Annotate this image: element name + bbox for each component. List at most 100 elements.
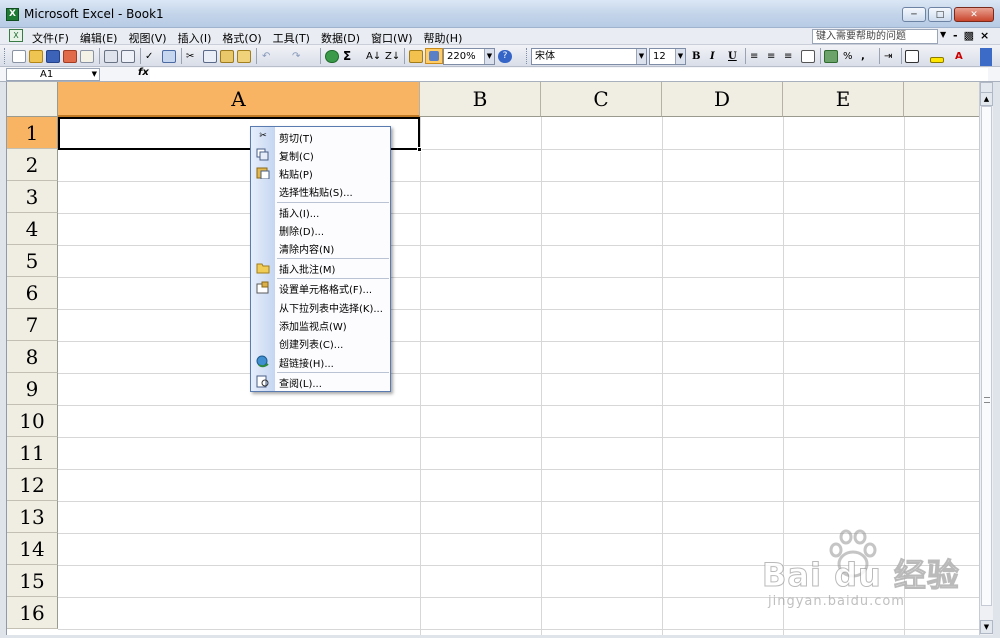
scroll-up-icon[interactable]: ▲ <box>980 92 993 106</box>
underline-button[interactable]: U <box>728 48 737 64</box>
menu-item-cut[interactable]: ✂ 剪切(T) <box>251 128 390 146</box>
maximize-button[interactable]: □ <box>928 7 952 22</box>
menu-item-add-watch[interactable]: 添加监视点(W) <box>251 316 390 334</box>
spelling-icon[interactable]: ✓ <box>145 48 153 64</box>
row-header-13[interactable]: 13 <box>7 501 58 533</box>
name-box[interactable]: A1 ▼ <box>6 68 100 81</box>
help-search-input[interactable]: 键入需要帮助的问题 <box>812 29 938 44</box>
chart-wizard-icon[interactable] <box>409 48 423 64</box>
menu-item-research[interactable]: 查阅(L)... <box>251 373 390 391</box>
align-left-icon[interactable]: ≡ <box>750 48 758 64</box>
watermark-url: jingyan.baidu.com <box>768 594 905 609</box>
workbook-icon[interactable]: X <box>9 29 23 42</box>
column-header-c[interactable]: C <box>541 82 662 117</box>
bold-button[interactable]: B <box>692 48 700 64</box>
fill-color-icon[interactable] <box>930 48 944 64</box>
align-right-icon[interactable]: ≡ <box>784 48 792 64</box>
research-icon[interactable] <box>162 48 176 64</box>
cut-icon[interactable]: ✂ <box>186 48 194 64</box>
menu-item-format-cells[interactable]: 设置单元格格式(F)... <box>251 279 390 297</box>
toolbar-grip[interactable] <box>4 48 7 64</box>
row-header-3[interactable]: 3 <box>7 181 58 213</box>
menu-item-paste-special[interactable]: 选择性粘贴(S)... <box>251 182 390 200</box>
formula-input[interactable] <box>150 68 988 81</box>
row-header-1[interactable]: 1 <box>7 117 58 149</box>
chevron-down-icon[interactable]: ▼ <box>636 49 646 64</box>
zoom-select[interactable]: 220% ▼ <box>443 48 495 65</box>
comma-button[interactable]: , <box>861 48 865 64</box>
menu-item-pick-from-list[interactable]: 从下拉列表中选择(K)... <box>251 298 390 316</box>
font-select[interactable]: 宋体 ▼ <box>531 48 647 65</box>
borders-icon[interactable] <box>905 48 919 64</box>
chevron-down-icon[interactable]: ▼ <box>92 69 97 80</box>
italic-button[interactable]: I <box>710 48 715 64</box>
currency-icon[interactable] <box>824 48 838 64</box>
help-icon[interactable]: ? <box>498 48 512 64</box>
select-all-corner[interactable] <box>7 82 58 117</box>
merge-center-icon[interactable] <box>801 48 815 64</box>
sort-descending-icon[interactable]: Z↓ <box>385 48 400 64</box>
format-painter-icon[interactable] <box>237 48 251 64</box>
doc-restore-button[interactable]: ▩ <box>964 29 974 42</box>
column-header-a[interactable]: A <box>58 82 420 117</box>
permission-icon[interactable] <box>63 48 77 64</box>
fill-handle[interactable] <box>417 147 422 152</box>
row-header-15[interactable]: 15 <box>7 565 58 597</box>
row-header-12[interactable]: 12 <box>7 469 58 501</box>
print-icon[interactable] <box>104 48 118 64</box>
open-icon[interactable] <box>29 48 43 64</box>
menu-item-copy[interactable]: 复制(C) <box>251 146 390 164</box>
indent-icon[interactable]: ⇥ <box>884 48 892 64</box>
toolbar-grip[interactable] <box>526 48 529 64</box>
copy-icon[interactable] <box>203 48 217 64</box>
row-header-7[interactable]: 7 <box>7 309 58 341</box>
row-header-11[interactable]: 11 <box>7 437 58 469</box>
menu-item-insert-comment[interactable]: 插入批注(M) <box>251 259 390 277</box>
percent-button[interactable]: % <box>843 48 853 64</box>
minimize-button[interactable]: ─ <box>902 7 926 22</box>
align-center-icon[interactable]: ≡ <box>767 48 775 64</box>
menu-item-delete[interactable]: 删除(D)... <box>251 221 390 239</box>
column-header-d[interactable]: D <box>662 82 783 117</box>
doc-close-button[interactable]: × <box>980 29 989 42</box>
row-header-2[interactable]: 2 <box>7 149 58 181</box>
row-header-14[interactable]: 14 <box>7 533 58 565</box>
new-icon[interactable] <box>12 48 26 64</box>
hyperlink-icon[interactable] <box>325 48 339 64</box>
row-header-5[interactable]: 5 <box>7 245 58 277</box>
menu-item-hyperlink[interactable]: 超链接(H)... <box>251 353 390 371</box>
row-header-10[interactable]: 10 <box>7 405 58 437</box>
drawing-icon[interactable] <box>425 48 443 64</box>
row-header-8[interactable]: 8 <box>7 341 58 373</box>
close-button[interactable]: ✕ <box>954 7 994 22</box>
menu-item-clear-contents[interactable]: 清除内容(N) <box>251 239 390 257</box>
menu-item-insert[interactable]: 插入(I)... <box>251 203 390 221</box>
chevron-down-icon[interactable]: ▼ <box>484 49 494 64</box>
row-header-16[interactable]: 16 <box>7 597 58 629</box>
insert-function-icon[interactable]: fx <box>138 67 149 78</box>
font-size-select[interactable]: 12 ▼ <box>649 48 686 65</box>
column-header-b[interactable]: B <box>420 82 541 117</box>
undo-icon[interactable]: ↶ <box>262 48 270 64</box>
row-header-6[interactable]: 6 <box>7 277 58 309</box>
save-icon[interactable] <box>46 48 60 64</box>
menu-item-paste[interactable]: 粘贴(P) <box>251 164 390 182</box>
chevron-down-icon[interactable]: ▼ <box>940 30 946 39</box>
column-header-f[interactable] <box>904 82 979 117</box>
redo-icon[interactable]: ↷ <box>292 48 300 64</box>
email-icon[interactable] <box>80 48 94 64</box>
sort-ascending-icon[interactable]: A↓ <box>366 48 381 64</box>
autosum-icon[interactable]: Σ <box>343 48 351 64</box>
column-header-e[interactable]: E <box>783 82 904 117</box>
doc-minimize-button[interactable]: - <box>953 29 958 42</box>
scroll-down-icon[interactable]: ▼ <box>980 620 993 634</box>
row-header-9[interactable]: 9 <box>7 373 58 405</box>
paste-icon[interactable] <box>220 48 234 64</box>
row-header-4[interactable]: 4 <box>7 213 58 245</box>
font-color-icon[interactable]: A <box>955 48 963 64</box>
print-preview-icon[interactable] <box>121 48 135 64</box>
toolbar-options-icon[interactable] <box>980 48 992 66</box>
menu-item-create-list[interactable]: 创建列表(C)... <box>251 334 390 352</box>
title-bar: X Microsoft Excel - Book1 ─ □ ✕ <box>0 0 1000 28</box>
chevron-down-icon[interactable]: ▼ <box>675 49 685 64</box>
